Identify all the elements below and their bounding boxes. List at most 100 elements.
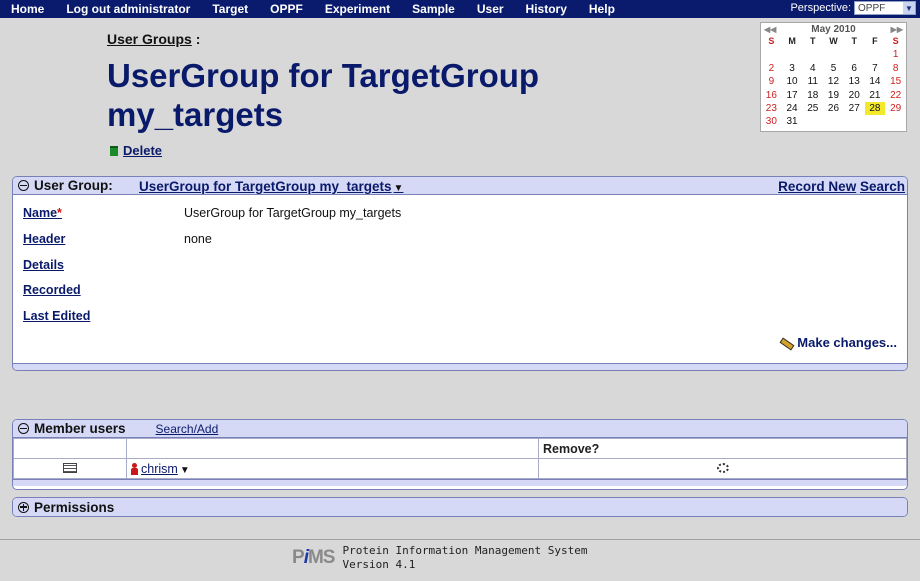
person-icon bbox=[131, 463, 138, 476]
calendar-day[interactable]: 25 bbox=[802, 102, 823, 115]
calendar-day-of-week: S bbox=[768, 36, 775, 46]
calendar-day[interactable]: 9 bbox=[761, 75, 782, 88]
calendar-day[interactable]: 15 bbox=[885, 75, 906, 88]
field-label-last-edited[interactable]: Last Edited bbox=[23, 309, 90, 323]
header-cell-empty bbox=[13, 438, 127, 459]
field-label-details[interactable]: Details bbox=[23, 258, 64, 272]
dropdown-arrow-icon[interactable]: ▼ bbox=[394, 183, 404, 194]
calendar-day[interactable]: 4 bbox=[802, 62, 823, 75]
user-group-name-link[interactable]: UserGroup for TargetGroup my_targets ▼ bbox=[139, 179, 403, 194]
calendar-day[interactable]: 16 bbox=[761, 89, 782, 102]
breadcrumb-user-groups[interactable]: User Groups bbox=[107, 31, 192, 47]
member-users-panel-footer bbox=[13, 479, 907, 486]
user-group-panel: User Group: UserGroup for TargetGroup my… bbox=[12, 176, 908, 371]
calendar-day[interactable]: 5 bbox=[823, 62, 844, 75]
calendar-day[interactable]: 30 bbox=[761, 115, 782, 128]
user-group-panel-header: User Group: UserGroup for TargetGroup my… bbox=[13, 177, 907, 195]
calendar-day[interactable]: 28 bbox=[864, 102, 886, 116]
footer-divider bbox=[0, 539, 920, 540]
calendar-day[interactable]: 29 bbox=[885, 102, 906, 115]
calendar-day[interactable]: 20 bbox=[844, 89, 865, 102]
calendar-day[interactable]: 24 bbox=[782, 102, 803, 115]
calendar-day[interactable]: 31 bbox=[782, 115, 803, 128]
calendar-day[interactable]: 13 bbox=[844, 75, 865, 88]
calendar-day[interactable]: 3 bbox=[782, 62, 803, 75]
logo-part-ms: MS bbox=[307, 547, 335, 568]
nav-sample[interactable]: Sample bbox=[412, 2, 455, 16]
breadcrumb-separator: : bbox=[191, 31, 201, 47]
calendar-day[interactable]: 17 bbox=[782, 89, 803, 102]
calendar-empty-cell bbox=[844, 115, 865, 128]
user-group-name: UserGroup for TargetGroup my_targets bbox=[139, 179, 392, 194]
calendar-widget: ◀◀ May 2010 ▶▶ S M T W T F S 1 2 3 4 5 6 7 8 9 10 11 12 13 1… bbox=[760, 22, 907, 132]
calendar-day[interactable]: 6 bbox=[844, 62, 865, 75]
search-link[interactable]: Search bbox=[860, 179, 905, 194]
nav-user[interactable]: User bbox=[477, 2, 504, 16]
top-nav-bar: Home Log out administrator Target OPPF E… bbox=[0, 0, 920, 18]
permissions-label: Permissions bbox=[34, 499, 115, 515]
calendar-day[interactable]: 21 bbox=[865, 89, 886, 102]
nav-experiment[interactable]: Experiment bbox=[325, 2, 390, 16]
field-value-header: none bbox=[184, 232, 212, 246]
calendar-day-of-week: M bbox=[788, 36, 796, 46]
nav-history[interactable]: History bbox=[526, 2, 567, 16]
footer-system-name: Protein Information Management System bbox=[342, 544, 588, 557]
calendar-day[interactable]: 12 bbox=[823, 75, 844, 88]
calendar-day[interactable]: 8 bbox=[885, 62, 906, 75]
perspective-select[interactable]: OPPF ▼ bbox=[854, 1, 916, 15]
permissions-panel-header[interactable]: Permissions bbox=[13, 498, 907, 516]
calendar-day[interactable]: 18 bbox=[802, 89, 823, 102]
calendar-day[interactable]: 27 bbox=[844, 102, 865, 115]
required-marker: * bbox=[57, 206, 62, 220]
remove-link-icon[interactable] bbox=[716, 462, 729, 473]
chevron-down-icon[interactable]: ▼ bbox=[903, 2, 915, 14]
edit-icon[interactable] bbox=[63, 462, 77, 473]
nav-help[interactable]: Help bbox=[589, 2, 615, 16]
calendar-day-of-week: F bbox=[872, 36, 878, 46]
footer-text: Protein Information Management System Ve… bbox=[342, 544, 587, 572]
calendar-day[interactable]: 19 bbox=[823, 89, 844, 102]
field-label-text: Name bbox=[23, 206, 58, 220]
delete-label: Delete bbox=[123, 143, 163, 158]
calendar-empty-cell bbox=[782, 48, 803, 61]
calendar-day[interactable]: 14 bbox=[865, 75, 886, 88]
calendar-empty-cell bbox=[802, 48, 823, 61]
make-changes-button[interactable]: Make changes... bbox=[779, 335, 897, 350]
collapse-icon[interactable] bbox=[18, 423, 29, 434]
nav-oppf[interactable]: OPPF bbox=[270, 2, 303, 16]
calendar-day[interactable]: 26 bbox=[823, 102, 844, 115]
nav-target[interactable]: Target bbox=[212, 2, 248, 16]
field-label-name[interactable]: Name* bbox=[23, 206, 62, 220]
calendar-day[interactable]: 23 bbox=[761, 102, 782, 115]
user-link[interactable]: chrism bbox=[141, 462, 178, 476]
pencil-icon bbox=[779, 337, 792, 348]
footer: PiMS Protein Information Management Syst… bbox=[292, 544, 588, 572]
expand-icon[interactable] bbox=[18, 501, 29, 513]
dropdown-arrow-icon[interactable]: ▼ bbox=[180, 465, 190, 476]
calendar-day[interactable]: 22 bbox=[885, 89, 906, 102]
calendar-day[interactable]: 1 bbox=[885, 48, 906, 61]
user-group-panel-footer bbox=[13, 363, 907, 370]
calendar-day[interactable]: 10 bbox=[782, 75, 803, 88]
nav-home[interactable]: Home bbox=[11, 2, 44, 16]
remove-cell bbox=[538, 458, 907, 479]
edit-cell bbox=[13, 458, 127, 479]
field-label-recorded[interactable]: Recorded bbox=[23, 283, 81, 297]
calendar-day[interactable]: 11 bbox=[802, 75, 823, 88]
calendar-next-icon[interactable]: ▶▶ bbox=[891, 25, 903, 34]
calendar-prev-icon[interactable]: ◀◀ bbox=[764, 25, 776, 34]
header-cell-empty bbox=[126, 438, 539, 459]
calendar-empty-cell bbox=[823, 115, 844, 128]
search-add-link[interactable]: Search/Add bbox=[156, 422, 219, 436]
table-row: chrism ▼ bbox=[13, 458, 907, 479]
footer-version: Version 4.1 bbox=[342, 558, 416, 571]
nav-logout[interactable]: Log out administrator bbox=[66, 2, 190, 16]
delete-button[interactable]: Delete bbox=[110, 143, 162, 158]
calendar-day[interactable]: 2 bbox=[761, 62, 782, 75]
collapse-icon[interactable] bbox=[18, 180, 29, 191]
calendar-empty-cell bbox=[761, 48, 782, 61]
field-label-header[interactable]: Header bbox=[23, 232, 65, 246]
calendar-empty-cell bbox=[865, 115, 886, 128]
calendar-day[interactable]: 7 bbox=[865, 62, 886, 75]
record-new-link[interactable]: Record New bbox=[778, 179, 856, 194]
